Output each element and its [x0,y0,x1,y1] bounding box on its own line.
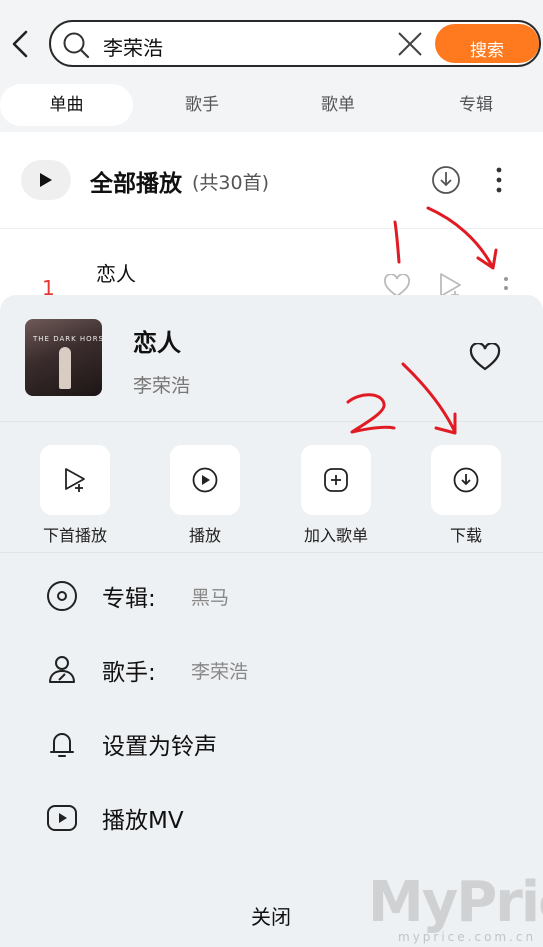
watermark-logo: MyPrice [368,870,543,935]
clear-icon[interactable] [397,31,423,57]
cover-text: THE DARK HORSE [33,335,102,343]
album-label: 专辑: [102,586,156,612]
tab-singers[interactable]: 歌手 [148,84,256,126]
album-cover: THE DARK HORSE [25,319,102,396]
download-icon [453,467,479,493]
search-button[interactable]: 搜索 [435,24,539,63]
set-ringtone-row[interactable]: 设置为铃声 [0,713,543,773]
tab-songs[interactable]: 单曲 [0,84,133,126]
add-to-playlist-icon [324,468,348,492]
add-to-playlist-button[interactable] [301,445,371,515]
play-circle-icon [192,467,218,493]
download-all-icon[interactable] [431,165,461,195]
play-label: 播放 [188,526,221,545]
album-value: 黑马 [191,587,230,609]
song-count: (共30首) [192,172,270,194]
play-mv-row[interactable]: 播放MV [0,787,543,847]
singer-icon [49,656,75,683]
search-box[interactable]: 李荣浩 搜索 [49,20,541,67]
play-all-title[interactable]: 全部播放 [90,164,182,198]
album-disc-icon [47,581,77,611]
tab-albums[interactable]: 专辑 [422,84,530,126]
singer-label: 歌手: [102,660,156,686]
download-button[interactable] [431,445,501,515]
bell-icon [50,733,74,757]
song-options-sheet: THE DARK HORSE 恋人 李荣浩 下首播放 播放 加入歌单 下载 专辑… [0,295,543,947]
close-button[interactable]: 关闭 [221,901,321,931]
search-icon [63,32,90,59]
back-arrow-icon[interactable] [8,28,32,60]
top-bar: 李荣浩 搜索 [0,0,543,84]
divider [0,421,543,422]
play-all-button[interactable] [21,160,71,200]
sheet-artist[interactable]: 李荣浩 [133,371,190,398]
album-row[interactable]: 专辑: 黑马 [0,565,543,625]
favorite-heart-icon[interactable] [469,343,501,371]
watermark-url: myprice.com.cn [398,930,537,944]
singer-value: 李荣浩 [191,661,249,683]
tab-bar: 单曲 歌手 歌单 专辑 [0,84,543,132]
search-input[interactable]: 李荣浩 [103,32,163,61]
play-all-row: 全部播放 (共30首) [0,132,543,229]
more-options-icon[interactable] [494,167,504,193]
set-ringtone-label: 设置为铃声 [102,734,217,760]
mv-play-icon [47,805,77,831]
play-next-button[interactable] [40,445,110,515]
cover-figure [59,347,71,389]
tab-playlists[interactable]: 歌单 [284,84,392,126]
download-label: 下载 [449,526,482,545]
song-title: 恋人 [96,262,136,286]
play-next-label: 下首播放 [42,526,107,545]
add-to-playlist-label: 加入歌单 [303,526,368,545]
play-icon [40,173,52,187]
play-button[interactable] [170,445,240,515]
divider [0,552,543,553]
play-mv-label: 播放MV [102,808,184,834]
play-next-icon [65,468,85,492]
singer-row[interactable]: 歌手: 李荣浩 [0,639,543,699]
sheet-song-title: 恋人 [133,329,181,357]
